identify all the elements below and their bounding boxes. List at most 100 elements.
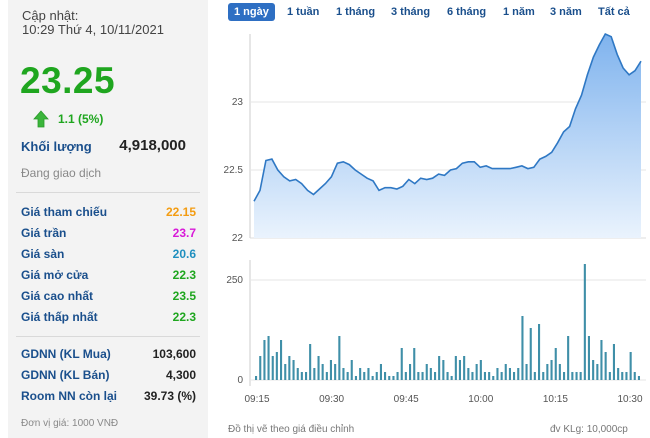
volume-value: 4,918,000 (119, 137, 186, 154)
volume-bar (263, 340, 266, 380)
volume-bar (479, 360, 482, 380)
volume-bar (442, 360, 445, 380)
tab-1-day[interactable]: 1 ngày (228, 3, 275, 21)
tab-1-year[interactable]: 1 năm (503, 3, 535, 21)
volume-bar (621, 372, 624, 380)
volume-bar (467, 368, 470, 380)
price-axis: 23 22.5 22 (224, 97, 244, 244)
volume-bar (346, 372, 349, 380)
volume-bar (450, 376, 453, 380)
price-row-floor: Giá sàn 20.6 (21, 247, 196, 265)
tab-6-months[interactable]: 6 tháng (447, 3, 486, 21)
foreign-row-value: 103,600 (152, 347, 196, 361)
volume-bar (488, 372, 491, 380)
volume-bar (575, 372, 578, 380)
time-tick-label: 09:15 (244, 394, 269, 405)
time-tick-label: 09:30 (319, 394, 344, 405)
price-row-label: Giá trần (21, 226, 67, 240)
volume-bar (396, 372, 399, 380)
price-row-value: 23.5 (172, 289, 196, 303)
volume-bar (371, 376, 374, 380)
volume-bar (292, 360, 295, 380)
volume-bar (521, 316, 524, 380)
volume-bar (542, 372, 545, 380)
price-change: 1.1 (5%) (58, 112, 104, 126)
volume-bar (500, 372, 503, 380)
volume-bar (296, 368, 299, 380)
foreign-row-value: 39.73 (%) (143, 389, 196, 403)
tab-3-years[interactable]: 3 năm (550, 3, 582, 21)
volume-bar (471, 372, 474, 380)
volume-bar (538, 324, 541, 380)
volume-bar (434, 372, 437, 380)
volume-bar (504, 364, 507, 380)
time-tick-label: 10:30 (617, 394, 642, 405)
volume-bar (554, 348, 557, 380)
volume-bar (363, 372, 366, 380)
volume-bar (305, 372, 308, 380)
price-row-value: 22.3 (172, 310, 196, 324)
update-label: Cập nhật: (22, 8, 79, 23)
volume-bar (425, 364, 428, 380)
price-row-label: Giá tham chiếu (21, 205, 108, 219)
volume-bar (359, 368, 362, 380)
price-row-label: Giá thấp nhất (21, 310, 98, 324)
price-row-high: Giá cao nhất 23.5 (21, 289, 196, 307)
volume-bar (463, 356, 466, 380)
tab-1-month[interactable]: 1 tháng (336, 3, 375, 21)
volume-bar (558, 364, 561, 380)
volume-bar (280, 340, 283, 380)
volume-bar (617, 368, 620, 380)
price-row-value: 20.6 (172, 247, 196, 261)
volume-bar (567, 336, 570, 380)
volume-bar (446, 372, 449, 380)
volume-bar (284, 364, 287, 380)
volume-bar (354, 376, 357, 380)
volume-bar (417, 372, 420, 380)
volume-bar (388, 376, 391, 380)
foreign-row-value: 4,300 (165, 368, 196, 382)
volume-bar (342, 368, 345, 380)
volume-bar (329, 360, 332, 380)
price-row-open: Giá mở cửa 22.3 (21, 268, 196, 286)
volume-bar (529, 328, 532, 380)
divider (16, 192, 200, 193)
volume-bar (637, 376, 640, 380)
volume-bar (629, 352, 632, 380)
volume-axis: 250 0 (226, 275, 243, 386)
volume-bar (404, 372, 407, 380)
volume-bar (321, 364, 324, 380)
time-tick-label: 10:00 (468, 394, 493, 405)
price-volume-chart: 23 22.5 22 250 0 09:15 09:30 09:45 10:00 10:15 1… (224, 32, 646, 405)
volume-bar (367, 368, 370, 380)
volume-bar (604, 352, 607, 380)
current-price: 23.25 (20, 60, 116, 101)
volume-bar (309, 344, 312, 380)
volume-bar (633, 372, 636, 380)
volume-bar (429, 368, 432, 380)
time-axis: 09:15 09:30 09:45 10:00 10:15 10:30 (244, 394, 642, 405)
price-row-value: 23.7 (172, 226, 196, 240)
price-area (254, 34, 641, 238)
volume-bar (392, 376, 395, 380)
volume-bar (409, 364, 412, 380)
quote-panel: Cập nhật: 10:29 Thứ 4, 10/11/2021 23.25 … (8, 0, 208, 438)
price-row-label: Giá cao nhất (21, 289, 94, 303)
volume-bar (454, 356, 457, 380)
update-time: 10:29 Thứ 4, 10/11/2021 (22, 22, 164, 37)
volume-bar (350, 360, 353, 380)
tab-1-week[interactable]: 1 tuần (287, 3, 319, 21)
price-unit-note: Đơn vị giá: 1000 VNĐ (21, 418, 119, 429)
volume-bar (592, 360, 595, 380)
tab-3-months[interactable]: 3 tháng (391, 3, 430, 21)
volume-bar (300, 372, 303, 380)
volume-bar (313, 368, 316, 380)
volume-bar (492, 376, 495, 380)
price-row-ceiling: Giá trần 23.7 (21, 226, 196, 244)
volume-bar (259, 356, 262, 380)
volume-bar (550, 360, 553, 380)
price-row-reference: Giá tham chiếu 22.15 (21, 205, 196, 223)
price-tick-label: 23 (232, 97, 244, 108)
volume-bar (608, 372, 611, 380)
tab-all[interactable]: Tất cả (598, 3, 630, 21)
